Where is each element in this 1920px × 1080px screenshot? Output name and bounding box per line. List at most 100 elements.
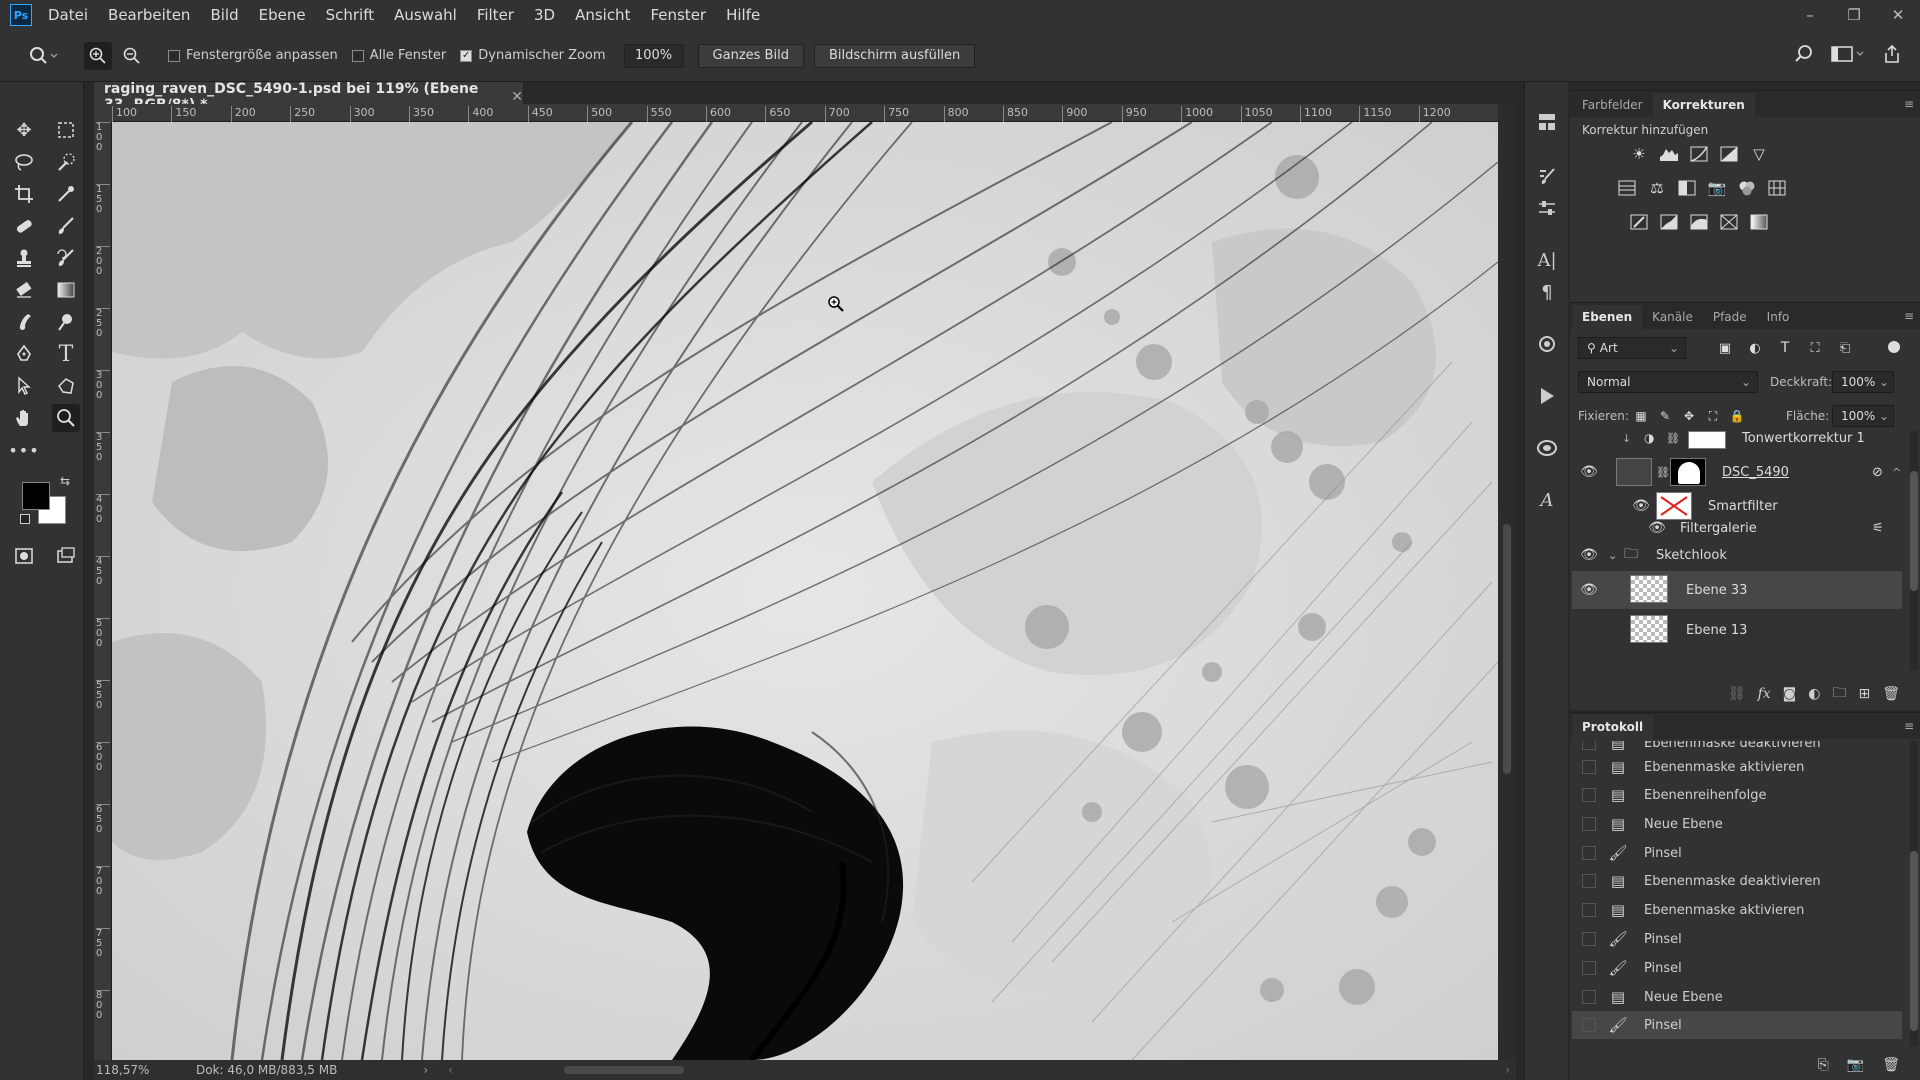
smudge-tool-icon[interactable] [10, 308, 38, 336]
history-item[interactable]: ▤ Ebenenmaske aktivieren [1572, 753, 1902, 781]
layer-style-fx-icon[interactable]: fx [1758, 686, 1771, 702]
lock-position-icon[interactable]: ✥ [1678, 405, 1700, 427]
status-menu-chevron-icon[interactable]: › [423, 1063, 428, 1077]
levels-icon[interactable] [1658, 143, 1680, 165]
hue-saturation-icon[interactable] [1616, 177, 1638, 199]
visibility-eye-icon[interactable]: 👁 [1646, 520, 1668, 536]
menu-hilfe[interactable]: Hilfe [716, 6, 770, 24]
history-brush-tool-icon[interactable] [52, 244, 80, 272]
link-layers-icon[interactable]: ⛓ [1728, 686, 1746, 702]
zoom-percent-field[interactable]: 100% [623, 43, 684, 68]
posterize-icon[interactable] [1658, 211, 1680, 233]
visibility-eye-icon[interactable]: 👁 [1578, 547, 1600, 563]
layer-filter-select[interactable]: ⚲ Art ⌄ [1578, 337, 1686, 359]
group-chevron-icon[interactable]: ⌄ [1608, 549, 1617, 562]
tab-pfade[interactable]: Pfade [1703, 305, 1757, 329]
new-group-icon[interactable]: 🗀 [1832, 682, 1846, 706]
tab-info[interactable]: Info [1757, 305, 1800, 329]
panel-menu-icon[interactable]: ≡ [1904, 309, 1914, 323]
close-window-button[interactable]: ✕ [1876, 0, 1920, 30]
visibility-eye-icon[interactable]: 👁 [1630, 498, 1652, 514]
zoom-out-icon[interactable] [118, 42, 146, 70]
share-icon[interactable] [1880, 42, 1904, 66]
brightness-contrast-icon[interactable]: ☀ [1628, 143, 1650, 165]
tab-protokoll[interactable]: Protokoll [1572, 715, 1654, 739]
filter-adjustment-layers-icon[interactable]: ◐ [1744, 337, 1766, 359]
character-panel-icon[interactable]: A| [1533, 246, 1561, 274]
tab-korrekturen[interactable]: Korrekturen [1652, 93, 1755, 117]
ruler-origin[interactable] [94, 104, 112, 122]
menu-schrift[interactable]: Schrift [316, 6, 385, 24]
history-checkbox[interactable] [1582, 1018, 1596, 1032]
history-item[interactable]: ▤ Neue Ebene [1572, 983, 1902, 1011]
filter-type-layers-icon[interactable]: T [1774, 337, 1796, 359]
adjust-sliders-icon[interactable] [1533, 194, 1561, 222]
layer-row[interactable]: ↓ ◑ ⛓ Tonwertkorrektur 1 [1572, 431, 1902, 455]
close-document-icon[interactable]: ✕ [511, 89, 523, 105]
history-checkbox[interactable] [1582, 874, 1596, 888]
dynamic-zoom-checkbox[interactable]: ✓ Dynamischer Zoom [460, 48, 606, 63]
invert-icon[interactable] [1628, 211, 1650, 233]
pen-tool-icon[interactable] [10, 340, 38, 368]
delete-layer-icon[interactable]: 🗑 [1882, 686, 1900, 702]
expand-chevron-icon[interactable]: ^ [1892, 466, 1901, 479]
scroll-thumb[interactable] [1910, 471, 1918, 591]
all-windows-checkbox[interactable]: Alle Fenster [351, 48, 446, 63]
zoom-tool-icon[interactable] [52, 404, 80, 432]
menu-filter[interactable]: Filter [467, 6, 524, 24]
new-document-from-state-icon[interactable]: ⎘ [1818, 1057, 1829, 1073]
custom-shape-tool-icon[interactable] [52, 372, 80, 400]
brush-settings-icon[interactable] [1533, 162, 1561, 190]
swap-colors-icon[interactable]: ⇆ [60, 474, 70, 488]
zoom-in-icon[interactable] [84, 41, 112, 70]
history-item[interactable]: ▤ Neue Ebene [1572, 810, 1902, 838]
lock-artboard-icon[interactable]: ⛶ [1702, 405, 1724, 427]
menu-ansicht[interactable]: Ansicht [565, 6, 640, 24]
add-mask-icon[interactable]: ◙ [1783, 686, 1797, 702]
menu-ebene[interactable]: Ebene [249, 6, 316, 24]
clone-stamp-tool-icon[interactable] [10, 244, 38, 272]
default-colors-icon[interactable] [20, 514, 30, 524]
horizontal-scrollbar[interactable] [564, 1066, 684, 1074]
scroll-left-icon[interactable]: ‹ [448, 1063, 453, 1077]
lock-all-icon[interactable]: 🔒 [1726, 405, 1748, 427]
dodge-tool-icon[interactable] [52, 308, 80, 336]
checkbox-box[interactable] [168, 49, 180, 62]
history-item[interactable]: ▤ Ebenenmaske aktivieren [1572, 896, 1902, 924]
opacity-field[interactable]: 100% ⌄ [1832, 371, 1894, 393]
history-checkbox[interactable] [1582, 760, 1596, 774]
history-checkbox[interactable] [1582, 990, 1596, 1004]
lock-image-icon[interactable]: ✎ [1654, 405, 1676, 427]
channel-mixer-icon[interactable] [1736, 177, 1758, 199]
filter-pixel-layers-icon[interactable]: ▣ [1714, 337, 1736, 359]
libraries-icon[interactable] [1533, 108, 1561, 136]
fit-window-checkbox[interactable]: Fenstergröße anpassen [168, 48, 338, 63]
eyedropper-tool-icon[interactable] [52, 180, 80, 208]
move-tool-icon[interactable]: ✥ [10, 116, 38, 144]
glyphs-icon[interactable]: A [1533, 486, 1561, 514]
paragraph-panel-icon[interactable]: ¶ [1533, 278, 1561, 306]
history-checkbox[interactable] [1582, 932, 1596, 946]
visibility-eye-icon[interactable]: 👁 [1578, 582, 1600, 598]
history-checkbox[interactable] [1582, 741, 1596, 750]
brush-tool-icon[interactable] [52, 212, 80, 240]
checkmark-icon[interactable]: ✓ [460, 49, 473, 62]
menu-bild[interactable]: Bild [200, 6, 248, 24]
black-white-icon[interactable] [1676, 177, 1698, 199]
curves-icon[interactable] [1688, 143, 1710, 165]
history-item[interactable]: 🖌 Pinsel [1572, 839, 1902, 867]
visibility-toggle-empty[interactable]: 👁 [1578, 622, 1600, 638]
fill-screen-button[interactable]: Bildschirm ausfüllen [813, 43, 976, 68]
menu-3d[interactable]: 3D [524, 6, 565, 24]
more-tools-icon[interactable]: ••• [8, 436, 38, 464]
quick-selection-tool-icon[interactable] [52, 148, 80, 176]
menu-auswahl[interactable]: Auswahl [384, 6, 467, 24]
history-item[interactable]: ▤ Ebenenmaske deaktivieren [1572, 867, 1902, 895]
filter-options-icon[interactable]: ⚟ [1872, 521, 1884, 536]
history-checkbox[interactable] [1582, 903, 1596, 917]
filter-shape-layers-icon[interactable]: ⛶ [1804, 337, 1826, 359]
color-balance-icon[interactable]: ⚖ [1646, 177, 1668, 199]
history-item[interactable]: 🖌 Pinsel [1572, 954, 1902, 982]
layer-row[interactable]: 👁 Ebene 33 [1572, 571, 1902, 609]
vertical-scrollbar[interactable] [1498, 104, 1516, 1060]
